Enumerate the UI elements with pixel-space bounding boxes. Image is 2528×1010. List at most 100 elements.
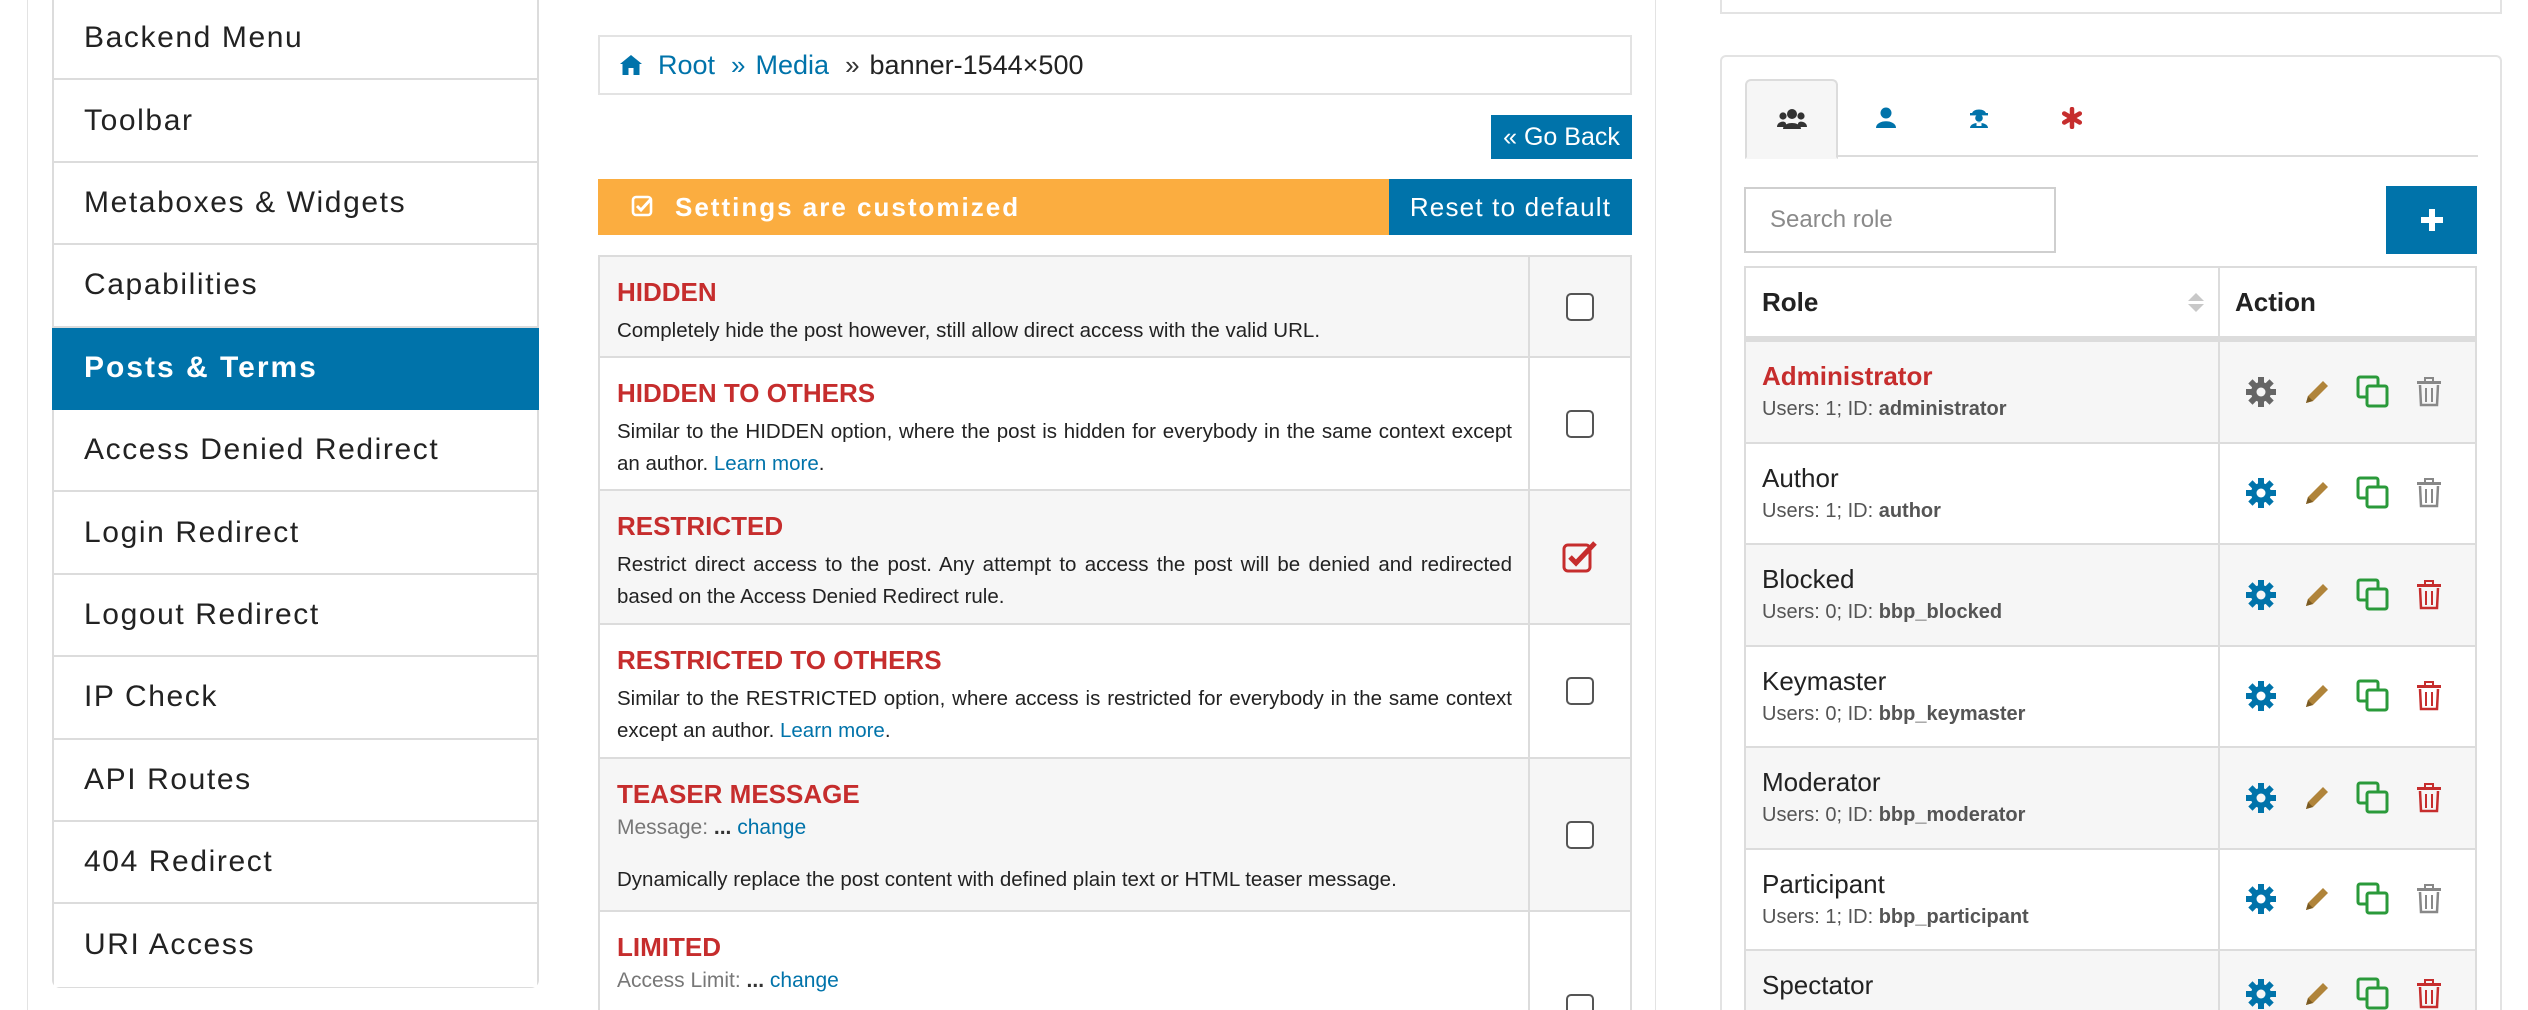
option-title: LIMITED (617, 932, 721, 962)
menu-item-ip-check[interactable]: IP Check (54, 657, 537, 740)
option-description: Similar to the RESTRICTED option, where … (617, 687, 1512, 742)
role-id: author (1878, 499, 1941, 522)
menu-item-access-denied-redirect[interactable]: Access Denied Redirect (54, 409, 537, 493)
menu-item-label: Metaboxes & Widgets (84, 185, 407, 219)
option-row-restricted: RESTRICTED Restrict direct access to the… (600, 491, 1630, 625)
role-name[interactable]: Spectator (1762, 970, 2202, 1001)
gear-icon[interactable] (2244, 375, 2278, 409)
role-id: bbp_blocked (1878, 601, 2003, 623)
learn-more-link[interactable]: Learn more (780, 719, 885, 742)
option-checkbox-limited[interactable] (1566, 994, 1594, 1010)
trash-icon[interactable] (2412, 977, 2446, 1010)
option-checkbox-hidden[interactable] (1566, 292, 1594, 321)
menu-item-uri-access[interactable]: URI Access (54, 904, 537, 987)
roles-table-header: Role Action (1746, 268, 2475, 342)
role-meta: Users: 0; ID: (1762, 804, 1874, 826)
right-top-panel (1720, 0, 2502, 14)
trash-icon[interactable] (2412, 882, 2446, 916)
role-name[interactable]: Moderator (1762, 767, 2202, 798)
trash-icon[interactable] (2412, 679, 2446, 713)
tab-users[interactable] (1839, 79, 1932, 157)
pencil-icon[interactable] (2300, 781, 2334, 815)
role-name[interactable]: Administrator (1762, 361, 2202, 392)
option-row-limited: LIMITED Access Limit: ... change (600, 912, 1630, 1010)
table-row: Spectator (1746, 951, 2475, 1010)
pencil-icon[interactable] (2300, 375, 2334, 409)
role-tabs (1745, 79, 2478, 159)
tab-default[interactable] (2025, 79, 2118, 157)
clone-icon[interactable] (2356, 882, 2390, 916)
option-checkbox-hidden-to-others[interactable] (1566, 409, 1594, 438)
menu-item-label: Capabilities (84, 268, 259, 302)
role-name[interactable]: Blocked (1762, 564, 2202, 595)
change-teaser-link[interactable]: change (737, 816, 806, 839)
menu-item-label: Access Denied Redirect (84, 433, 440, 467)
menu-item-404-redirect[interactable]: 404 Redirect (54, 821, 537, 905)
gear-icon[interactable] (2244, 781, 2278, 815)
gear-icon[interactable] (2244, 476, 2278, 510)
option-title: HIDDEN TO OTHERS (617, 378, 876, 408)
go-back-button[interactable]: « Go Back (1491, 115, 1632, 159)
option-title: HIDDEN (617, 277, 717, 307)
option-row-hidden-to-others: HIDDEN TO OTHERS Similar to the HIDDEN o… (600, 358, 1630, 491)
change-limit-link[interactable]: change (770, 969, 839, 992)
role-column-header[interactable]: Role (1746, 268, 2220, 336)
option-description: Restrict direct access to the post. Any … (617, 553, 1512, 608)
option-checkbox-restricted-to-others[interactable] (1566, 677, 1594, 705)
menu-item-metaboxes-widgets[interactable]: Metaboxes & Widgets (54, 162, 537, 246)
roles-table: Role Action Administrator Users: 1; ID: … (1744, 266, 2477, 1010)
clone-icon[interactable] (2356, 679, 2390, 713)
breadcrumb-root-link[interactable]: Root (658, 50, 715, 81)
gear-icon[interactable] (2244, 882, 2278, 916)
pencil-icon[interactable] (2300, 476, 2334, 510)
option-checkbox-teaser-message[interactable] (1566, 820, 1594, 849)
tab-visitor[interactable] (1932, 79, 2025, 157)
option-text: TEASER MESSAGE Message: ... change Dynam… (600, 759, 1530, 910)
table-row: Moderator Users: 0; ID: bbp_moderator (1746, 748, 2475, 850)
tab-roles[interactable] (1745, 79, 1838, 159)
option-row-teaser-message: TEASER MESSAGE Message: ... change Dynam… (600, 759, 1630, 912)
menu-item-label: URI Access (84, 928, 256, 962)
add-role-button[interactable] (2386, 186, 2477, 254)
gear-icon[interactable] (2244, 578, 2278, 612)
breadcrumb-media-link[interactable]: Media (756, 50, 830, 81)
pencil-icon[interactable] (2300, 679, 2334, 713)
role-name[interactable]: Participant (1762, 869, 2202, 900)
trash-icon[interactable] (2412, 781, 2446, 815)
menu-item-login-redirect[interactable]: Login Redirect (54, 492, 537, 575)
clone-icon[interactable] (2356, 476, 2390, 510)
gear-icon[interactable] (2244, 679, 2278, 713)
role-name[interactable]: Author (1762, 463, 2202, 494)
search-role-input[interactable] (1744, 187, 2056, 253)
user-icon (1875, 107, 1896, 128)
clone-icon[interactable] (2356, 578, 2390, 612)
gear-icon[interactable] (2244, 977, 2278, 1010)
clone-icon[interactable] (2356, 977, 2390, 1010)
pencil-icon[interactable] (2300, 977, 2334, 1010)
learn-more-link[interactable]: Learn more (714, 452, 819, 475)
role-id: administrator (1878, 398, 2007, 420)
clone-icon[interactable] (2356, 375, 2390, 409)
option-text: LIMITED Access Limit: ... change (600, 912, 1530, 1010)
pencil-icon[interactable] (2300, 578, 2334, 612)
breadcrumb-current: banner-1544×500 (869, 49, 1084, 80)
clone-icon[interactable] (2356, 781, 2390, 815)
trash-icon[interactable] (2412, 578, 2446, 612)
menu-item-toolbar[interactable]: Toolbar (54, 80, 537, 163)
menu-item-logout-redirect[interactable]: Logout Redirect (54, 574, 537, 658)
plus-icon (2420, 209, 2443, 231)
role-name[interactable]: Keymaster (1762, 666, 2202, 697)
visitor-icon (1969, 109, 1988, 128)
menu-item-capabilities[interactable]: Capabilities (54, 245, 537, 328)
trash-icon[interactable] (2412, 476, 2446, 510)
menu-item-posts-terms[interactable]: Posts & Terms (52, 327, 539, 410)
menu-item-api-routes[interactable]: API Routes (54, 739, 537, 822)
option-title: TEASER MESSAGE (617, 779, 860, 809)
breadcrumb-separator-icon: » (845, 49, 860, 80)
menu-item-backend-menu[interactable]: Backend Menu (54, 0, 537, 81)
reset-to-default-button[interactable]: Reset to default (1389, 179, 1632, 235)
pencil-icon[interactable] (2300, 882, 2334, 916)
option-checkbox-restricted[interactable] (1562, 540, 1598, 574)
role-meta: Users: 0; ID: (1762, 702, 1874, 725)
trash-icon[interactable] (2412, 375, 2446, 409)
